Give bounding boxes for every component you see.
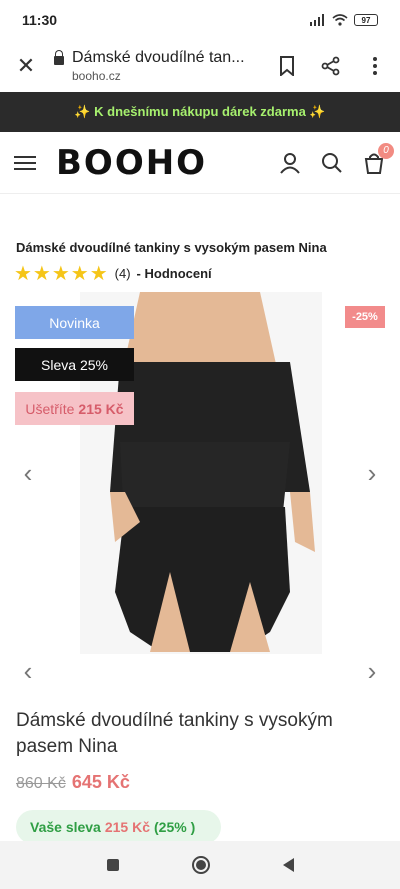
header-icons: 0 xyxy=(278,142,394,175)
new-badge: Novinka xyxy=(15,306,134,339)
browser-actions xyxy=(274,53,388,79)
cart-icon[interactable]: 0 xyxy=(362,142,394,175)
lock-icon xyxy=(54,49,64,65)
signal-icon xyxy=(310,14,324,26)
battery-icon: 97 xyxy=(354,14,378,26)
product-gallery[interactable]: Novinka Sleva 25% Ušetříte 215 Kč -25% ‹… xyxy=(0,292,400,692)
recents-icon[interactable] xyxy=(106,859,119,871)
rating-row[interactable]: ★★★★★ (4) - Hodnocení xyxy=(14,261,212,286)
review-count: (4) xyxy=(114,266,131,281)
discount-amount: 215 Kč xyxy=(104,819,151,835)
price-row: 860 Kč 645 Kč xyxy=(16,772,130,793)
chevron-left-icon[interactable]: ‹ xyxy=(16,458,40,488)
savings-label: Ušetříte xyxy=(25,400,75,417)
star-rating-icon: ★★★★★ xyxy=(14,263,109,285)
product-image[interactable] xyxy=(80,292,322,654)
back-icon[interactable] xyxy=(282,858,294,872)
menu-icon[interactable] xyxy=(14,155,36,170)
discount-tag: -25% xyxy=(345,306,385,328)
page-title-text: Dámské dvoudílné tan... xyxy=(72,49,245,66)
status-time: 11:30 xyxy=(22,12,58,28)
status-bar: 11:30 97 xyxy=(0,0,400,40)
old-price: 860 Kč xyxy=(16,775,66,792)
savings-badge: Ušetříte 215 Kč xyxy=(15,392,134,425)
bookmark-icon[interactable] xyxy=(274,53,300,79)
close-icon[interactable]: ✕ xyxy=(12,52,40,80)
search-icon[interactable] xyxy=(320,151,344,175)
product-name-small: Dámské dvoudílné tankiny s vysokým pasem… xyxy=(16,240,327,255)
chevron-right-icon[interactable]: › xyxy=(360,458,384,488)
account-icon[interactable] xyxy=(278,151,302,175)
chevron-right-icon[interactable]: › xyxy=(360,656,384,686)
savings-amount: 215 Kč xyxy=(78,400,124,417)
page-title: Dámské dvoudílné tan... xyxy=(54,49,274,67)
discount-percent: (25% ) xyxy=(154,819,196,835)
status-icons: 97 xyxy=(310,14,378,26)
sale-badge: Sleva 25% xyxy=(15,348,134,381)
promo-banner[interactable]: ✨ K dnešnímu nákupu dárek zdarma ✨ xyxy=(0,92,400,132)
current-price: 645 Kč xyxy=(71,772,130,792)
discount-label: Vaše sleva xyxy=(30,819,101,835)
more-menu-icon[interactable] xyxy=(362,53,388,79)
url-domain: booho.cz xyxy=(72,69,121,83)
site-logo[interactable]: BOOHO xyxy=(56,143,207,183)
system-nav-bar xyxy=(0,841,400,889)
home-icon[interactable] xyxy=(191,856,210,874)
chevron-left-icon[interactable]: ‹ xyxy=(16,656,40,686)
cart-count-badge: 0 xyxy=(378,142,394,159)
product-title: Dámské dvoudílné tankiny s vysokým pasem… xyxy=(16,710,333,757)
wifi-icon xyxy=(332,14,348,26)
rating-label: - Hodnocení xyxy=(136,266,212,281)
share-icon[interactable] xyxy=(318,53,344,79)
url-block[interactable]: Dámské dvoudílné tan... booho.cz xyxy=(54,49,274,83)
browser-bar: ✕ Dámské dvoudílné tan... booho.cz xyxy=(0,40,400,92)
site-header: BOOHO 0 xyxy=(0,132,400,194)
discount-pill: Vaše sleva 215 Kč (25% ) xyxy=(16,810,222,844)
